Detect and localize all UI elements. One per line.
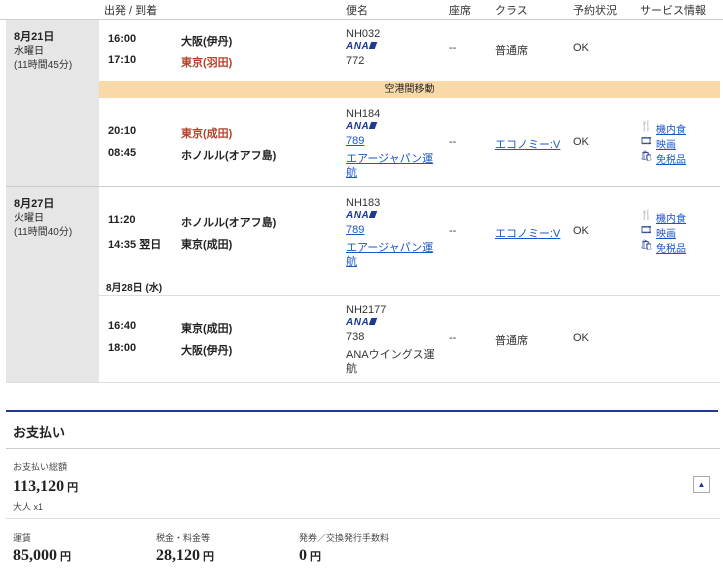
day-2-date-cell: 8月27日 火曜日 (11時間40分) (6, 187, 99, 382)
seat: -- (449, 136, 457, 148)
airport-transfer-bar: 空港間移動 (99, 81, 720, 98)
service-meal-link[interactable]: 機内食 (656, 210, 686, 225)
dutyfree-icon: 🛍 (640, 240, 653, 251)
dep-city: 東京(成田) (181, 128, 233, 140)
movie-icon: 🎞 (640, 225, 653, 236)
day-duration: (11時間40分) (14, 227, 73, 238)
ana-logo-icon: ANA (346, 317, 376, 328)
dep-time: 20:10 (108, 125, 137, 137)
total-label: お支払い総額 (13, 462, 68, 472)
flight-number: NH032 (346, 28, 381, 40)
arr-city: ホノルル(オアフ島) (181, 150, 277, 162)
divider (6, 448, 720, 449)
movie-icon: 🎞 (640, 136, 653, 147)
tax-amount: 28,120 円 (156, 547, 214, 565)
service-meal-link[interactable]: 機内食 (656, 121, 686, 136)
aircraft: 738 (346, 331, 365, 343)
dutyfree-icon: 🛍 (640, 151, 653, 162)
status: OK (573, 136, 589, 148)
col-seat: 座席 (449, 5, 471, 17)
meal-icon: 🍴 (640, 121, 653, 132)
total-value: 113,120 (13, 478, 65, 495)
yen-unit: 円 (60, 551, 71, 563)
ana-logo-icon: ANA (346, 210, 376, 221)
meal-icon: 🍴 (640, 210, 653, 221)
fare-label: 運賃 (13, 533, 32, 543)
status: OK (573, 42, 589, 54)
aircraft: 772 (346, 55, 365, 67)
sub-date-label: 8月28日 (水) (106, 283, 163, 294)
flight-number: NH2177 (346, 304, 387, 316)
divider (6, 518, 720, 519)
service-movie-link[interactable]: 映画 (656, 225, 676, 240)
fee-label: 発券／交換発行手数料 (299, 533, 390, 543)
dep-city: ホノルル(オアフ島) (181, 217, 277, 229)
col-service: サービス情報 (640, 5, 706, 17)
col-flight: 便名 (346, 5, 368, 17)
caret-up-icon[interactable]: ▲ (693, 476, 710, 493)
flight-number: NH184 (346, 108, 381, 120)
tax-value: 28,120 (156, 547, 200, 564)
fee-value: 0 (299, 547, 307, 564)
class: 普通席 (495, 45, 528, 57)
tax-label: 税金・料金等 (156, 533, 211, 543)
col-status: 予約状況 (573, 5, 617, 17)
fee-amount: 0円 (299, 547, 321, 565)
arr-city: 大阪(伊丹) (181, 345, 233, 357)
ana-logo-icon: ANA (346, 41, 376, 52)
service-movie-link[interactable]: 映画 (656, 136, 676, 151)
operator-link-cont[interactable]: 航 (346, 164, 357, 180)
col-dep-arr: 出発 / 到着 (104, 5, 158, 17)
aircraft-link[interactable]: 789 (346, 135, 364, 147)
day-1-date-cell: 8月21日 水曜日 (11時間45分) (6, 20, 99, 186)
dep-time: 16:00 (108, 33, 137, 45)
service-dutyfree-link[interactable]: 免税品 (656, 151, 686, 166)
arr-time: 08:45 (108, 147, 137, 159)
status: OK (573, 225, 589, 237)
divider (6, 382, 720, 383)
operator-link[interactable]: エアージャパン運 (346, 150, 433, 166)
payment-title: お支払い (13, 425, 66, 440)
yen-unit: 円 (310, 551, 321, 563)
operator-link-cont[interactable]: 航 (346, 253, 357, 269)
operator: ANAウイングス運 (346, 349, 435, 361)
dep-city: 東京(成田) (181, 323, 233, 335)
dep-city: 大阪(伊丹) (181, 36, 233, 48)
payment-top-border (6, 410, 718, 412)
class-link[interactable]: エコノミー:V (495, 136, 560, 152)
service-dutyfree-link[interactable]: 免税品 (656, 240, 686, 255)
dep-time: 11:20 (108, 214, 136, 226)
divider (6, 186, 720, 187)
seat: -- (449, 42, 457, 54)
ana-logo-icon: ANA (346, 121, 376, 132)
aircraft-link[interactable]: 789 (346, 224, 364, 236)
seat: -- (449, 332, 457, 344)
seat: -- (449, 225, 457, 237)
yen-unit: 円 (67, 482, 79, 494)
day-weekday: 火曜日 (14, 213, 44, 224)
passenger-count: 大人 x1 (13, 502, 44, 512)
fare-value: 85,000 (13, 547, 57, 564)
flight-number: NH183 (346, 197, 381, 209)
yen-unit: 円 (203, 551, 214, 563)
status: OK (573, 332, 589, 344)
operator-link[interactable]: エアージャパン運 (346, 239, 433, 255)
fare-amount: 85,000 円 (13, 547, 71, 565)
class-link[interactable]: エコノミー:V (495, 225, 560, 241)
table-header: 出発 / 到着 便名 座席 クラス 予約状況 サービス情報 (0, 0, 723, 20)
dep-time: 16:40 (108, 320, 137, 332)
arr-time: 14:35 翌日 (108, 239, 162, 251)
total-amount: 113,120 円 (13, 478, 78, 496)
arr-time: 17:10 (108, 54, 137, 66)
arr-city: 東京(羽田) (181, 57, 233, 69)
arr-city: 東京(成田) (181, 239, 233, 251)
col-class: クラス (495, 5, 528, 17)
sub-date-row: 8月28日 (水) (99, 276, 720, 296)
day-duration: (11時間45分) (14, 60, 73, 71)
arr-time: 18:00 (108, 342, 137, 354)
class: 普通席 (495, 335, 528, 347)
operator-cont: 航 (346, 363, 357, 375)
day-weekday: 水曜日 (14, 46, 44, 57)
